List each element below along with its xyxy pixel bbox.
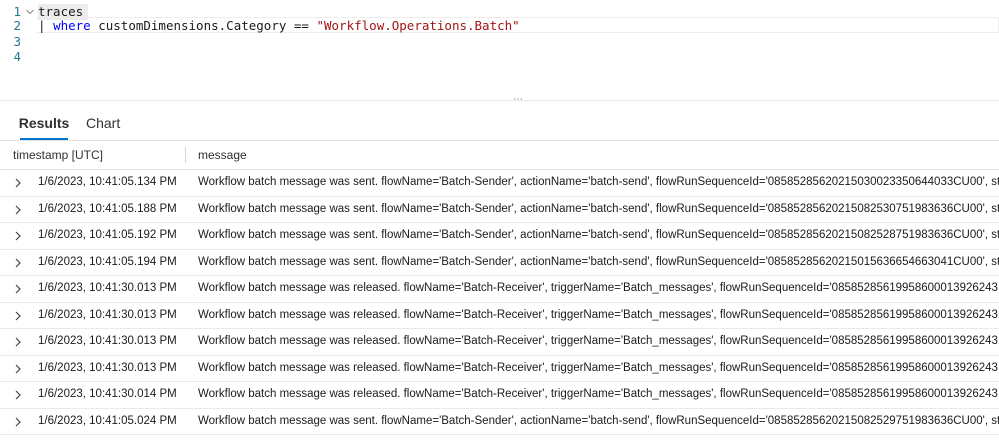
line-number: 3: [13, 34, 21, 49]
tab-chart[interactable]: Chart: [86, 106, 120, 140]
tab-results[interactable]: Results: [15, 106, 73, 140]
cell-timestamp: 1/6/2023, 10:41:30.013 PM: [38, 335, 177, 347]
cell-message: Workflow batch message was sent. flowNam…: [198, 229, 999, 241]
table-row[interactable]: 1/6/2023, 10:41:05.188 PM Workflow batch …: [0, 197, 999, 223]
chevron-right-icon[interactable]: [14, 178, 22, 188]
cell-message: Workflow batch message was sent. flowNam…: [198, 414, 999, 427]
table-row[interactable]: 1/6/2023, 10:41:30.013 PM Workflow batch …: [0, 329, 999, 356]
where-field: customDimensions.Category ==: [90, 18, 317, 33]
chevron-right-icon[interactable]: [14, 337, 22, 347]
chevron-right-icon[interactable]: [14, 417, 22, 427]
drag-handle-icon[interactable]: ⋯: [513, 95, 524, 105]
cell-timestamp: 1/6/2023, 10:41:05.194 PM: [38, 255, 177, 268]
where-keyword: where: [53, 18, 91, 33]
cell-timestamp: 1/6/2023, 10:41:05.024 PM: [38, 414, 177, 427]
cell-timestamp: 1/6/2023, 10:41:05.134 PM: [38, 176, 177, 188]
chevron-right-icon[interactable]: [14, 205, 22, 215]
editor-line-3[interactable]: 3: [0, 34, 999, 50]
table-row[interactable]: 1/6/2023, 10:41:30.014 PM Workflow batch …: [0, 382, 999, 409]
chevron-right-icon[interactable]: [14, 364, 22, 374]
table-row[interactable]: 1/6/2023, 10:41:30.013 PM Workflow batch …: [0, 303, 999, 329]
table-row[interactable]: 1/6/2023, 10:41:05.024 PM Workflow batch …: [0, 409, 999, 435]
cell-timestamp: 1/6/2023, 10:41:30.013 PM: [38, 361, 177, 374]
query-where-clause: | where customDimensions.Category == "Wo…: [38, 18, 520, 34]
cell-message: Workflow batch message was released. flo…: [198, 308, 999, 321]
cell-timestamp: 1/6/2023, 10:41:30.013 PM: [38, 282, 177, 294]
table-row[interactable]: 1/6/2023, 10:41:30.013 PM Workflow batch …: [0, 276, 999, 303]
column-divider[interactable]: [185, 147, 186, 163]
line-number: 2: [13, 18, 21, 33]
cell-message: Workflow batch message was sent. flowNam…: [198, 176, 999, 188]
cell-message: Workflow batch message was released. flo…: [198, 361, 999, 374]
chevron-right-icon[interactable]: [14, 390, 22, 400]
table-row[interactable]: 1/6/2023, 10:41:05.192 PM Workflow batch …: [0, 223, 999, 250]
chevron-right-icon[interactable]: [14, 311, 22, 321]
cell-message: Workflow batch message was sent. flowNam…: [198, 255, 999, 268]
grid-header: timestamp [UTC] message: [0, 141, 999, 170]
cell-timestamp: 1/6/2023, 10:41:30.014 PM: [38, 388, 177, 400]
grid-rows: 1/6/2023, 10:41:05.134 PM Workflow batch …: [0, 170, 999, 435]
table-row[interactable]: 1/6/2023, 10:41:30.013 PM Workflow batch …: [0, 356, 999, 382]
cell-timestamp: 1/6/2023, 10:41:05.192 PM: [38, 229, 177, 241]
cell-message: Workflow batch message was sent. flowNam…: [198, 202, 999, 215]
cell-message: Workflow batch message was released. flo…: [198, 335, 999, 347]
query-editor[interactable]: 1 traces 2 | where customDimensions.Cate…: [0, 0, 999, 96]
chevron-right-icon[interactable]: [14, 284, 22, 294]
chevron-right-icon[interactable]: [14, 231, 22, 241]
results-grid: timestamp [UTC] message 1/6/2023, 10:41:…: [0, 141, 999, 435]
pipe-operator: |: [38, 18, 54, 33]
editor-line-2[interactable]: 2 | where customDimensions.Category == "…: [0, 18, 999, 34]
table-row[interactable]: 1/6/2023, 10:41:05.194 PM Workflow batch …: [0, 250, 999, 276]
cell-message: Workflow batch message was released. flo…: [198, 282, 999, 294]
splitter-line: [0, 100, 999, 101]
cell-message: Workflow batch message was released. flo…: [198, 388, 999, 400]
cell-timestamp: 1/6/2023, 10:41:30.013 PM: [38, 308, 177, 321]
table-row[interactable]: 1/6/2023, 10:41:05.134 PM Workflow batch …: [0, 170, 999, 197]
cell-timestamp: 1/6/2023, 10:41:05.188 PM: [38, 202, 177, 215]
column-header-timestamp[interactable]: timestamp [UTC]: [13, 141, 103, 169]
results-tabs: Results Chart: [0, 106, 999, 141]
line-number: 4: [13, 49, 21, 64]
where-string-value: "Workflow.Operations.Batch": [316, 18, 520, 33]
column-header-message[interactable]: message: [198, 141, 247, 169]
editor-line-4[interactable]: 4: [0, 49, 999, 65]
pane-splitter[interactable]: ⋯: [0, 95, 999, 106]
chevron-right-icon[interactable]: [14, 258, 22, 268]
